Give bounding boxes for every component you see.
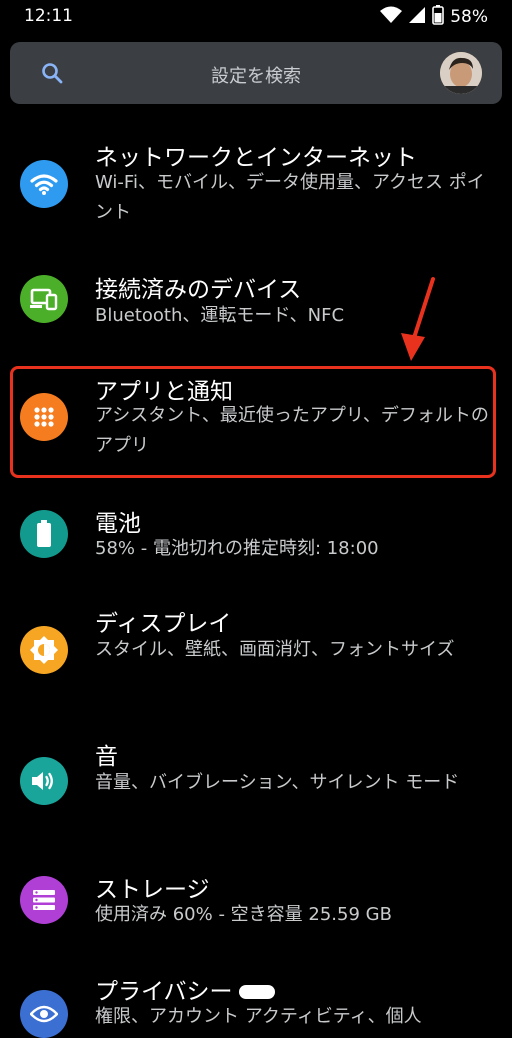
status-bar: 12:11 58% <box>0 0 512 34</box>
wifi-icon <box>20 160 68 208</box>
item-title: プライバシー <box>95 979 233 1005</box>
item-subtitle: 使用済み 60% - 空き容量 25.59 GB <box>95 904 392 925</box>
battery-icon <box>20 510 68 558</box>
item-title: ストレージ <box>95 877 210 903</box>
item-title: 電池 <box>95 511 141 537</box>
search-placeholder[interactable]: 設定を検索 <box>10 62 502 88</box>
item-title: 接続済みのデバイス <box>95 277 302 303</box>
item-title: ディスプレイ <box>95 611 232 637</box>
gesture-nav-handle[interactable] <box>239 985 275 999</box>
settings-item-display[interactable]: ディスプレイ スタイル、壁紙、画面消灯、フォントサイズ <box>0 600 512 710</box>
item-subtitle: 音量、バイブレーション、サイレント モード <box>95 772 460 793</box>
signal-icon <box>408 6 426 28</box>
item-subtitle: 権限、アカウント アクティビティ、個人 <box>95 1006 422 1027</box>
settings-item-network[interactable]: ネットワークとインターネット Wi-Fi、モバイル、データ使用量、アクセス ポイ… <box>0 130 512 240</box>
devices-icon <box>20 275 68 323</box>
settings-item-battery[interactable]: 電池 58% - 電池切れの推定時刻: 18:00 <box>0 500 512 580</box>
status-time: 12:11 <box>24 6 73 26</box>
brightness-icon <box>20 626 68 674</box>
privacy-eye-icon <box>20 990 68 1038</box>
settings-item-storage[interactable]: ストレージ 使用済み 60% - 空き容量 25.59 GB <box>0 866 512 946</box>
item-subtitle: スタイル、壁紙、画面消灯、フォントサイズ <box>95 639 455 660</box>
search-bar[interactable]: 設定を検索 <box>10 42 502 104</box>
item-subtitle: 58% - 電池切れの推定時刻: 18:00 <box>95 538 379 559</box>
item-subtitle: Wi-Fi、モバイル、データ使用量、アクセス ポイント <box>95 172 485 223</box>
annotation-arrow-icon <box>401 277 435 361</box>
avatar[interactable] <box>440 52 482 94</box>
highlight-box <box>10 366 496 478</box>
wifi-icon <box>380 6 403 28</box>
battery-icon <box>432 5 445 29</box>
storage-icon <box>20 876 68 924</box>
battery-percentage: 58% <box>450 7 488 27</box>
settings-item-sound[interactable]: 音 音量、バイブレーション、サイレント モード <box>0 735 512 845</box>
item-title: ネットワークとインターネット <box>95 145 417 171</box>
item-title: 音 <box>95 744 118 770</box>
status-icons: 58% <box>380 4 488 30</box>
volume-icon <box>20 757 68 805</box>
